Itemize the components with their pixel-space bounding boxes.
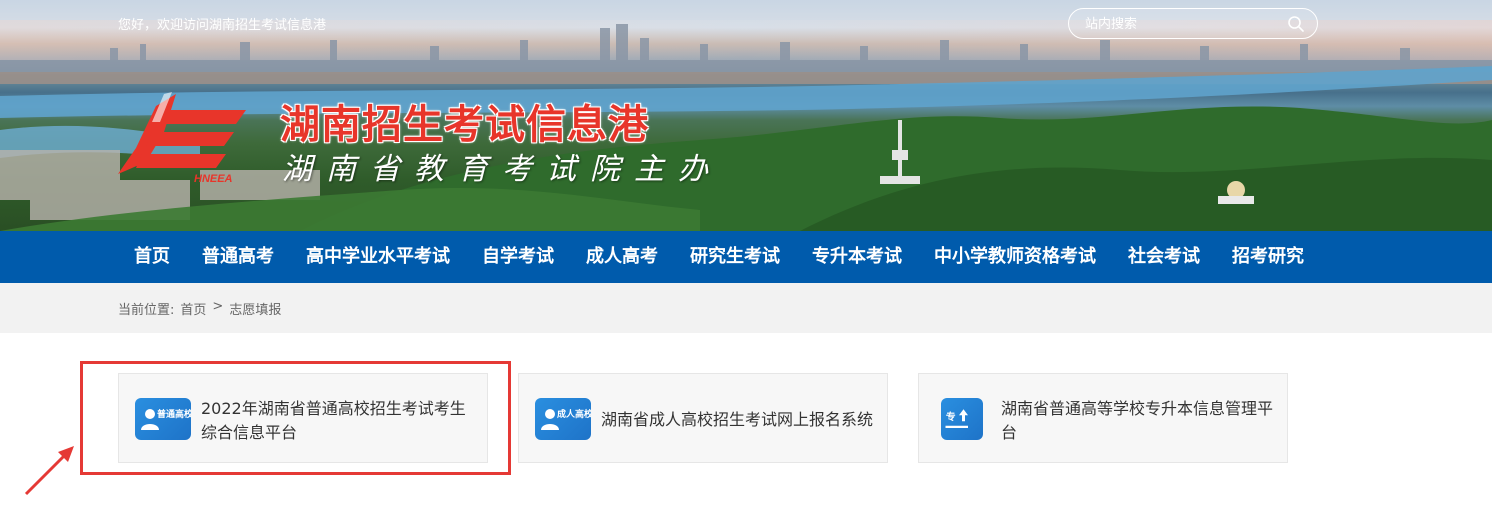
nav-item-zhuanshengben[interactable]: 专升本考试 <box>796 231 918 283</box>
nav-item-shehui[interactable]: 社会考试 <box>1112 231 1216 283</box>
breadcrumb-label: 当前位置: <box>118 303 175 318</box>
breadcrumb-current: 志愿填报 <box>229 303 282 318</box>
breadcrumb-bar: 当前位置: 首页 > 志愿填报 <box>0 283 1492 333</box>
nav-item-gaokao[interactable]: 普通高考 <box>186 231 290 283</box>
card-zhuanshengben-platform[interactable]: 专 湖南省普通高等学校专升本信息管理平台 <box>918 373 1288 463</box>
welcome-text: 您好，欢迎访问湖南招生考试信息港 <box>118 18 327 33</box>
header-banner: 您好，欢迎访问湖南招生考试信息港 HNEEA 湖南招生考试信息港 湖南省教育考试… <box>0 0 1492 231</box>
search-input[interactable] <box>1085 15 1285 33</box>
breadcrumb: 当前位置: 首页 > 志愿填报 <box>118 299 281 318</box>
nav-item-yanjiusheng[interactable]: 研究生考试 <box>674 231 796 283</box>
site-title: 湖南招生考试信息港 <box>280 102 649 148</box>
annotation-arrow-icon <box>24 446 74 496</box>
breadcrumb-home-link[interactable]: 首页 <box>180 299 206 318</box>
card-chengren-platform[interactable]: 成人高校 湖南省成人高校招生考试网上报名系统 <box>518 373 888 463</box>
main-nav: 首页 普通高考 高中学业水平考试 自学考试 成人高考 研究生考试 专升本考试 中… <box>0 231 1492 283</box>
nav-item-chengren[interactable]: 成人高考 <box>570 231 674 283</box>
highlight-box <box>80 361 511 475</box>
upgrade-icon: 专 <box>941 398 983 440</box>
hneea-logo[interactable]: HNEEA <box>116 92 256 184</box>
site-subtitle: 湖南省教育考试院主办 <box>282 152 722 187</box>
breadcrumb-separator: > <box>212 299 224 314</box>
user-icon: 成人高校 <box>535 398 591 440</box>
nav-item-xueye[interactable]: 高中学业水平考试 <box>290 231 466 283</box>
card-icon-label: 专 <box>946 410 956 423</box>
site-search[interactable] <box>1068 8 1318 39</box>
nav-item-yanjiu[interactable]: 招考研究 <box>1216 231 1320 283</box>
card-title: 湖南省成人高校招生考试网上报名系统 <box>601 410 874 429</box>
card-title: 湖南省普通高等学校专升本信息管理平台 <box>1001 399 1274 442</box>
nav-list: 首页 普通高考 高中学业水平考试 自学考试 成人高考 研究生考试 专升本考试 中… <box>118 231 1320 283</box>
card-icon-label: 成人高校 <box>557 408 591 420</box>
nav-item-jiaoshi[interactable]: 中小学教师资格考试 <box>918 231 1112 283</box>
nav-item-home[interactable]: 首页 <box>118 231 186 283</box>
logo-text: HNEEA <box>194 173 233 184</box>
nav-item-zixue[interactable]: 自学考试 <box>466 231 570 283</box>
search-icon[interactable] <box>1287 15 1305 33</box>
